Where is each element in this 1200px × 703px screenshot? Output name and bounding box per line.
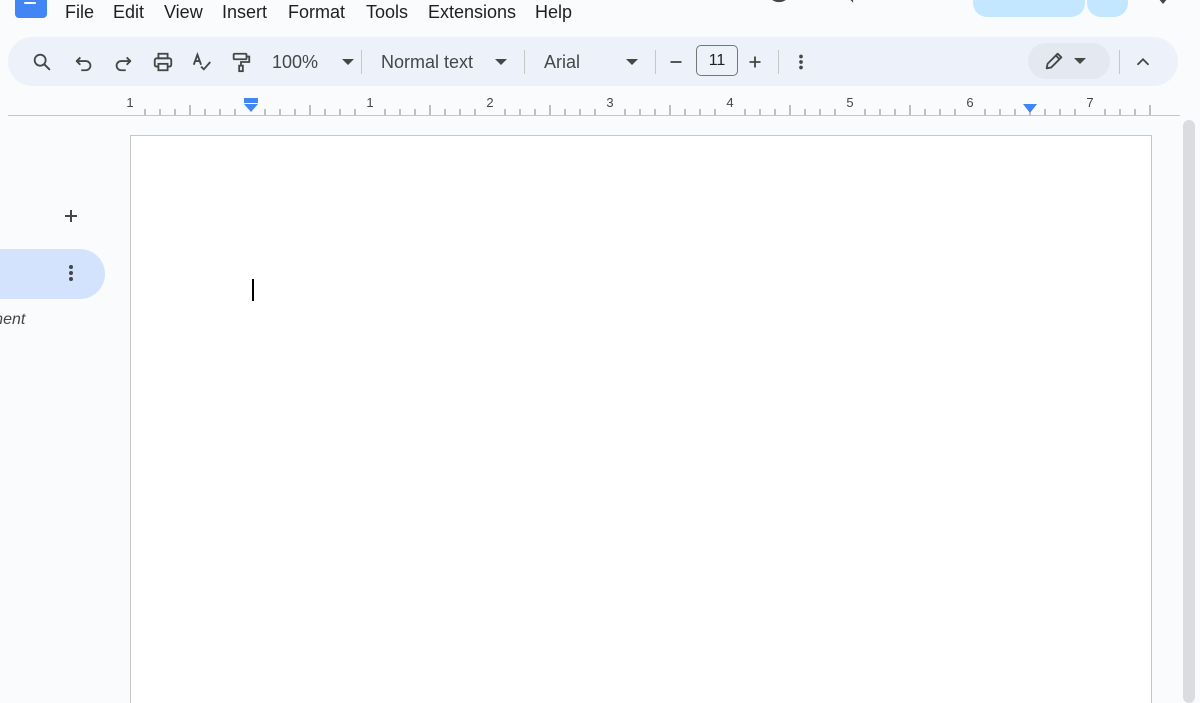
paint-format-icon <box>232 52 251 73</box>
search-menus-button[interactable] <box>27 47 57 77</box>
caret-down-icon[interactable] <box>1156 0 1170 8</box>
docs-logo-icon[interactable] <box>15 0 47 18</box>
share-button[interactable] <box>973 0 1085 17</box>
increase-font-size-button[interactable] <box>740 47 770 77</box>
more-options-button[interactable] <box>786 47 816 77</box>
spellcheck-button[interactable] <box>187 47 217 77</box>
more-vert-icon <box>799 54 803 70</box>
right-indent-marker-icon[interactable] <box>1022 104 1038 113</box>
menu-bar: File Edit View Insert Format Tools Exten… <box>0 0 1200 26</box>
print-button[interactable] <box>148 47 178 77</box>
divider <box>1119 50 1120 74</box>
decrease-font-size-button[interactable] <box>661 47 691 77</box>
minus-icon <box>670 61 682 63</box>
plus-icon <box>65 210 77 222</box>
meet-icon[interactable] <box>893 0 919 6</box>
editing-mode-button[interactable] <box>1028 43 1110 79</box>
share-dropdown-button[interactable] <box>1087 0 1128 17</box>
ruler[interactable]: 1 1 2 3 4 5 6 7 <box>0 92 1200 116</box>
undo-button[interactable] <box>69 47 99 77</box>
style-value: Normal text <box>381 51 474 72</box>
font-select[interactable]: Arial <box>544 47 638 77</box>
menu-tools[interactable]: Tools <box>366 2 408 22</box>
zoom-value: 100% <box>272 51 319 72</box>
font-size-input[interactable]: 11 <box>696 45 738 76</box>
plus-icon <box>749 56 761 68</box>
pencil-icon <box>1045 52 1063 70</box>
add-tab-button[interactable] <box>58 203 84 229</box>
ruler-label: 7 <box>1086 95 1094 110</box>
outline-document-label: ocument <box>0 311 26 328</box>
zoom-select[interactable]: 100% <box>272 47 354 77</box>
divider <box>778 50 779 74</box>
toolbar: 100% Normal text Arial 11 <box>8 37 1178 86</box>
more-vert-icon <box>69 265 73 281</box>
chevron-down-icon <box>342 59 354 65</box>
undo-icon <box>75 56 92 72</box>
menu-help[interactable]: Help <box>535 2 572 22</box>
divider <box>655 50 656 74</box>
menu-extensions[interactable]: Extensions <box>428 2 516 22</box>
hide-menus-button[interactable] <box>1128 47 1158 77</box>
redo-button[interactable] <box>108 47 138 77</box>
chevron-down-icon <box>626 59 638 65</box>
ruler-label: 1 <box>126 95 134 110</box>
ruler-label: 6 <box>966 95 974 110</box>
menu-insert[interactable]: Insert <box>222 2 267 22</box>
font-value: Arial <box>544 51 581 72</box>
chevron-down-icon <box>495 59 507 65</box>
ruler-label: 1 <box>366 95 374 110</box>
chevron-up-icon <box>1136 57 1150 66</box>
indent-marker-icon[interactable] <box>243 98 259 113</box>
history-icon[interactable] <box>766 0 792 6</box>
menu-view[interactable]: View <box>164 2 203 22</box>
redo-icon <box>115 56 132 72</box>
menu-file[interactable]: File <box>65 2 94 22</box>
document-page[interactable] <box>130 135 1152 703</box>
divider <box>524 50 525 74</box>
document-tab[interactable] <box>0 249 105 299</box>
text-cursor <box>252 279 254 301</box>
menu-format[interactable]: Format <box>288 2 345 22</box>
search-icon <box>33 53 51 71</box>
chevron-down-icon <box>1074 58 1086 64</box>
ruler-label: 4 <box>726 95 734 110</box>
ruler-label: 5 <box>846 95 854 110</box>
divider <box>361 50 362 74</box>
comments-icon[interactable] <box>828 0 854 6</box>
menu-edit[interactable]: Edit <box>113 2 144 22</box>
print-icon <box>153 52 173 72</box>
style-select[interactable]: Normal text <box>381 47 507 77</box>
ruler-label: 2 <box>486 95 494 110</box>
tab-options-button[interactable] <box>60 260 82 286</box>
vertical-scrollbar[interactable] <box>1183 120 1195 703</box>
ruler-baseline <box>8 115 1180 116</box>
spellcheck-icon <box>192 51 211 71</box>
ruler-ticks <box>144 105 1151 115</box>
ruler-label: 3 <box>606 95 614 110</box>
paint-format-button[interactable] <box>226 47 256 77</box>
